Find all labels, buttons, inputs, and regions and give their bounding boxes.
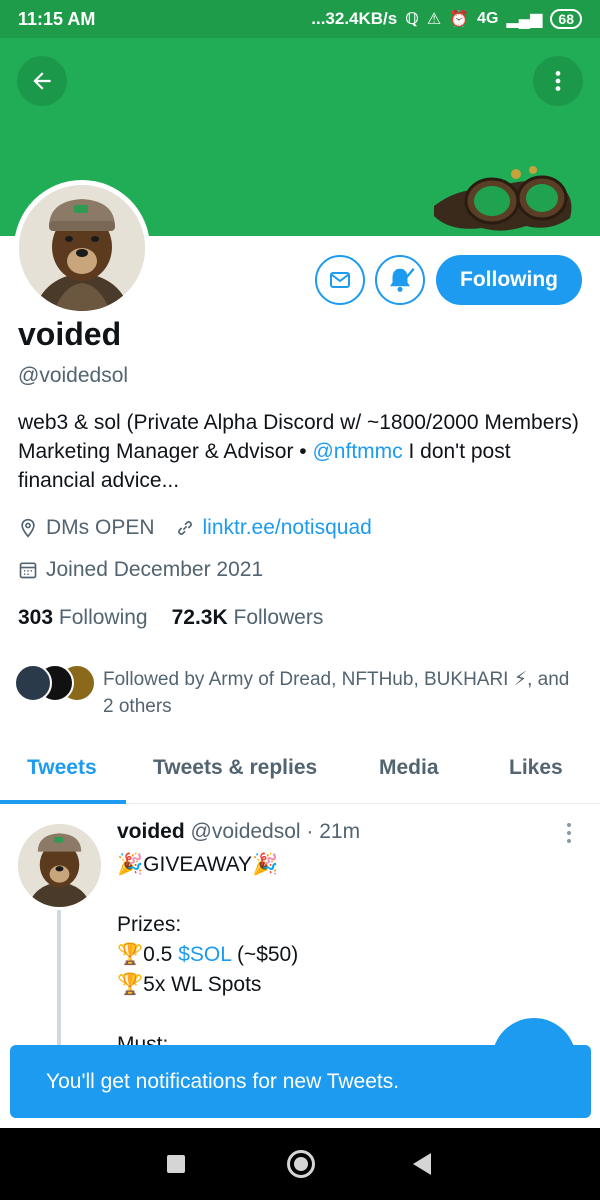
bluetooth-icon: ℚ [405, 11, 419, 28]
battery-indicator: 68 [550, 9, 582, 29]
profile-avatar[interactable] [14, 180, 150, 316]
tab-media[interactable]: Media [379, 756, 439, 780]
mute-icon: ⚠ [426, 11, 442, 28]
link-icon [177, 521, 192, 535]
tweet-author-avatar[interactable] [18, 824, 101, 907]
profile-handle: @voidedsol [18, 364, 129, 387]
goggles-illustration [434, 166, 572, 231]
display-name: voided [18, 316, 122, 352]
alarm-icon: ⏰ [449, 11, 470, 28]
profile-bio: web3 & sol (Private Alpha Discord w/ ~18… [18, 408, 588, 495]
party-popper-icon: 🎉 [252, 853, 279, 876]
tab-likes[interactable]: Likes [509, 756, 563, 780]
followers-count: 72.3K [171, 606, 228, 629]
following-count: 303 [18, 606, 54, 629]
tweet-more-button[interactable] [562, 822, 576, 849]
trophy-icon: 🏆 [117, 943, 144, 966]
message-button[interactable] [315, 255, 365, 305]
envelope-icon [330, 272, 350, 288]
followers-label: Followers [233, 606, 324, 629]
more-vertical-icon [567, 823, 571, 843]
tweet-line: GIVEAWAY [143, 853, 253, 876]
system-back-button[interactable] [413, 1153, 431, 1175]
system-nav-bar [0, 1128, 600, 1200]
follower-avatars [14, 664, 98, 704]
status-icons: ...32.4KB/s ℚ ⚠ ⏰ 4G ▂▄▆ 68 [311, 9, 582, 29]
tweet-timestamp: · 21m [306, 820, 361, 843]
arrow-left-icon [33, 72, 51, 90]
tweet-line: (~$50) [231, 943, 299, 966]
notifications-button[interactable] [375, 255, 425, 305]
tweet-line: 0.5 [143, 943, 179, 966]
more-options-button[interactable] [533, 56, 583, 106]
follower-avatar [14, 664, 52, 702]
profile-joined-row: Joined December 2021 [18, 558, 263, 582]
tweet-author-handle: @voidedsol [190, 820, 301, 843]
followed-by-text: Followed by Army of Dread, NFTHub, BUKHA… [103, 669, 570, 717]
calendar-icon [19, 562, 37, 579]
party-popper-icon: 🎉 [117, 853, 144, 876]
bell-check-icon [390, 268, 415, 292]
bio-mention-link[interactable]: @nftmmc [312, 440, 402, 463]
trophy-icon: 🏆 [117, 973, 144, 996]
status-bar: 11:15 AM ...32.4KB/s ℚ ⚠ ⏰ 4G ▂▄▆ 68 [0, 0, 600, 38]
signal-label: 4G [477, 10, 499, 27]
follow-counts: 303 Following 72.3K Followers [18, 606, 323, 630]
thread-line [57, 910, 61, 1050]
cashtag-link[interactable]: $SOL [178, 943, 231, 966]
tab-tweets[interactable]: Tweets [27, 756, 97, 780]
status-time: 11:15 AM [18, 8, 96, 29]
tweet-line: 5x WL Spots [143, 973, 262, 996]
bear-avatar-image [19, 185, 145, 311]
tweet-header: voided @voidedsol · 21m [117, 820, 360, 844]
followers-count-link[interactable]: 72.3K Followers [172, 606, 324, 630]
location-pin-icon [21, 518, 35, 538]
tweet-author-name[interactable]: voided [117, 820, 185, 843]
toast-message: You'll get notifications for new Tweets. [46, 1069, 400, 1093]
more-vertical-icon [555, 71, 561, 91]
home-button[interactable] [287, 1150, 315, 1178]
recents-button[interactable] [167, 1155, 185, 1173]
tweet-line: Prizes: [117, 913, 182, 936]
notification-toast: You'll get notifications for new Tweets. [10, 1045, 591, 1118]
following-label: Following [58, 606, 148, 629]
website-link[interactable]: linktr.ee/notisquad [203, 516, 372, 540]
following-button[interactable]: Following [436, 255, 582, 305]
network-speed: ...32.4KB/s [311, 9, 398, 28]
back-button[interactable] [17, 56, 67, 106]
signal-icon: ▂▄▆ [506, 11, 543, 28]
following-count-link[interactable]: 303 Following [18, 606, 148, 630]
profile-tabs: Tweets Tweets & replies Media Likes [0, 744, 600, 804]
active-tab-indicator [0, 800, 126, 804]
joined-date: Joined December 2021 [46, 558, 264, 581]
location-text: DMs OPEN [46, 516, 155, 539]
tab-tweets-replies[interactable]: Tweets & replies [153, 756, 317, 780]
followed-by-row[interactable]: Followed by Army of Dread, NFTHub, BUKHA… [14, 664, 573, 720]
profile-meta-row: DMs OPEN linktr.ee/notisquad [18, 516, 372, 540]
